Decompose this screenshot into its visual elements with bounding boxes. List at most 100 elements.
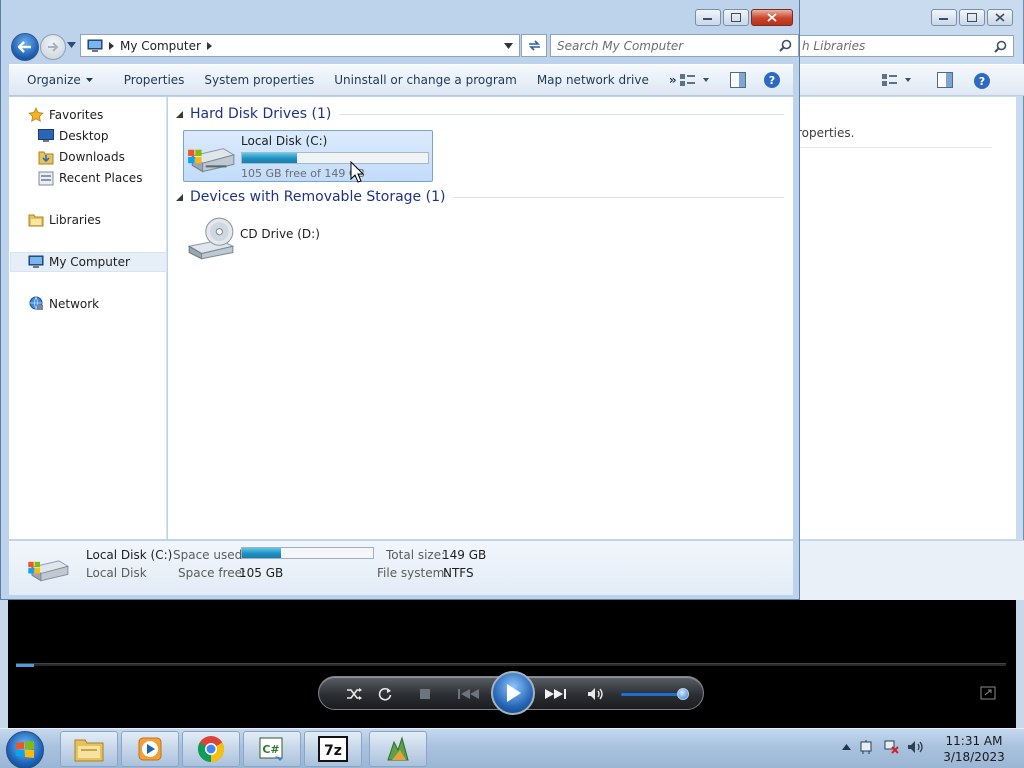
breadcrumb-my-computer[interactable]: My Computer	[120, 39, 201, 53]
close-button[interactable]	[987, 9, 1013, 26]
total-size-value: 149 GB	[442, 548, 487, 562]
command-bar-right: ?	[673, 65, 793, 95]
libraries-title-buttons	[931, 9, 1013, 26]
map-network-drive-button[interactable]: Map network drive	[527, 65, 659, 95]
search-input[interactable]	[551, 35, 771, 56]
action-center-icon[interactable]	[859, 739, 875, 755]
taskbar-app-button[interactable]	[369, 731, 427, 767]
taskbar: C# 7z 11:31 AM 3/18/2023	[0, 728, 1024, 768]
search-icon[interactable]	[779, 39, 792, 52]
volume-tray-icon[interactable]	[907, 739, 925, 755]
sidebar-item-libraries[interactable]: Libraries	[28, 210, 158, 230]
next-icon[interactable]	[541, 685, 569, 703]
play-button[interactable]	[491, 671, 535, 715]
search-box[interactable]	[550, 34, 799, 57]
removable-group-header[interactable]: Devices with Removable Storage (1)	[176, 189, 784, 205]
organize-button[interactable]: Organize	[9, 65, 103, 95]
close-button[interactable]	[751, 9, 793, 26]
collapse-triangle-icon[interactable]	[176, 193, 183, 201]
preview-pane-icon[interactable]	[723, 65, 753, 95]
chrome-icon	[197, 736, 225, 763]
navigation-pane: Favorites Desktop Downloads Recent Place…	[9, 97, 167, 539]
capacity-bar-fill	[242, 153, 297, 163]
file-system-value: NTFS	[443, 566, 474, 580]
volume-icon[interactable]	[587, 685, 605, 703]
volume-slider-thumb[interactable]	[677, 688, 689, 700]
collapse-triangle-icon[interactable]	[176, 110, 183, 118]
space-free-value: 105 GB	[239, 566, 284, 580]
space-used-label: Space used:	[173, 548, 247, 562]
show-hidden-icons-icon[interactable]	[842, 744, 851, 750]
seek-bar[interactable]	[16, 663, 1006, 667]
minimize-button[interactable]	[695, 9, 721, 26]
properties-button[interactable]: Properties	[103, 65, 195, 95]
svg-text:?: ?	[769, 74, 775, 87]
system-tray	[842, 739, 925, 755]
recent-pages-dropdown-icon[interactable]	[67, 42, 76, 48]
network-status-icon[interactable]	[883, 739, 899, 755]
search-icon[interactable]	[994, 40, 1007, 53]
volume-slider[interactable]	[621, 693, 683, 696]
taskbar-7zip-button[interactable]: 7z	[304, 731, 362, 767]
group-title: Hard Disk Drives (1)	[190, 106, 332, 122]
sidebar-item-label: Recent Places	[59, 171, 143, 185]
command-bar: Organize Properties System properties Un…	[9, 64, 793, 96]
system-properties-button[interactable]: System properties	[194, 65, 324, 95]
7zip-icon: 7z	[318, 736, 348, 762]
taskbar-csharp-button[interactable]: C#	[243, 731, 301, 767]
previous-icon[interactable]	[455, 685, 483, 703]
taskbar-explorer-button[interactable]	[60, 731, 118, 767]
sidebar-item-label: Desktop	[59, 129, 109, 143]
recent-places-icon	[38, 170, 54, 186]
forward-button[interactable]	[40, 34, 66, 60]
help-icon[interactable]: ?	[973, 72, 991, 90]
sidebar-item-label: Favorites	[49, 108, 104, 122]
space-free-label: Space free:	[178, 566, 247, 580]
sidebar-item-desktop[interactable]: Desktop	[38, 126, 158, 146]
uninstall-program-button[interactable]: Uninstall or change a program	[324, 65, 527, 95]
star-icon	[28, 107, 44, 123]
back-button[interactable]	[11, 33, 39, 61]
breadcrumb-chevron-icon[interactable]	[206, 41, 212, 50]
view-options-icon[interactable]	[673, 65, 717, 95]
app-icon	[387, 736, 409, 761]
start-button[interactable]	[6, 731, 44, 768]
address-dropdown-icon[interactable]	[504, 43, 513, 49]
view-options-icon[interactable]	[881, 72, 913, 88]
play-icon	[507, 684, 521, 702]
repeat-icon[interactable]	[376, 685, 394, 703]
local-disk-c-tile[interactable]: Local Disk (C:) 105 GB free of 149 GB	[183, 130, 433, 182]
sidebar-item-network[interactable]: Network	[28, 294, 158, 314]
preview-pane-icon[interactable]	[937, 72, 953, 88]
group-title: Devices with Removable Storage (1)	[190, 189, 446, 205]
maximize-button[interactable]	[723, 9, 749, 26]
libraries-search-input[interactable]: h Libraries	[797, 35, 1014, 57]
sidebar-item-recent-places[interactable]: Recent Places	[38, 168, 163, 188]
help-icon[interactable]: ?	[757, 65, 787, 95]
address-bar[interactable]: My Computer	[80, 34, 520, 57]
clock[interactable]: 11:31 AM 3/18/2023	[936, 733, 1012, 765]
sidebar-item-favorites[interactable]: Favorites	[28, 105, 158, 125]
stop-icon[interactable]	[416, 685, 434, 703]
hard-disk-group-header[interactable]: Hard Disk Drives (1)	[176, 106, 784, 122]
sidebar-item-downloads[interactable]: Downloads	[38, 147, 158, 167]
details-pane: Local Disk (C:) Local Disk Space used: S…	[9, 540, 793, 595]
forward-arrow-icon	[48, 42, 59, 52]
details-name: Local Disk (C:)	[86, 548, 173, 562]
libraries-search-placeholder: h Libraries	[802, 39, 866, 53]
hard-drive-icon	[28, 560, 70, 582]
maximize-button[interactable]	[959, 9, 985, 26]
minimize-button[interactable]	[931, 9, 957, 26]
csharp-icon: C#	[259, 737, 283, 761]
refresh-button[interactable]	[521, 34, 547, 57]
libraries-content: roperties.	[797, 97, 1016, 539]
sidebar-item-my-computer[interactable]: My Computer	[10, 252, 167, 272]
organize-label: Organize	[27, 73, 81, 87]
taskbar-media-player-button[interactable]	[121, 731, 179, 767]
cd-drive-d-tile[interactable]: CD Drive (D:)	[183, 213, 433, 265]
shuffle-icon[interactable]	[345, 685, 363, 703]
taskbar-chrome-button[interactable]	[182, 731, 240, 767]
switch-to-now-playing-icon[interactable]	[980, 686, 996, 700]
breadcrumb-chevron-icon[interactable]	[109, 41, 114, 50]
drive-name: Local Disk (C:)	[241, 134, 328, 148]
